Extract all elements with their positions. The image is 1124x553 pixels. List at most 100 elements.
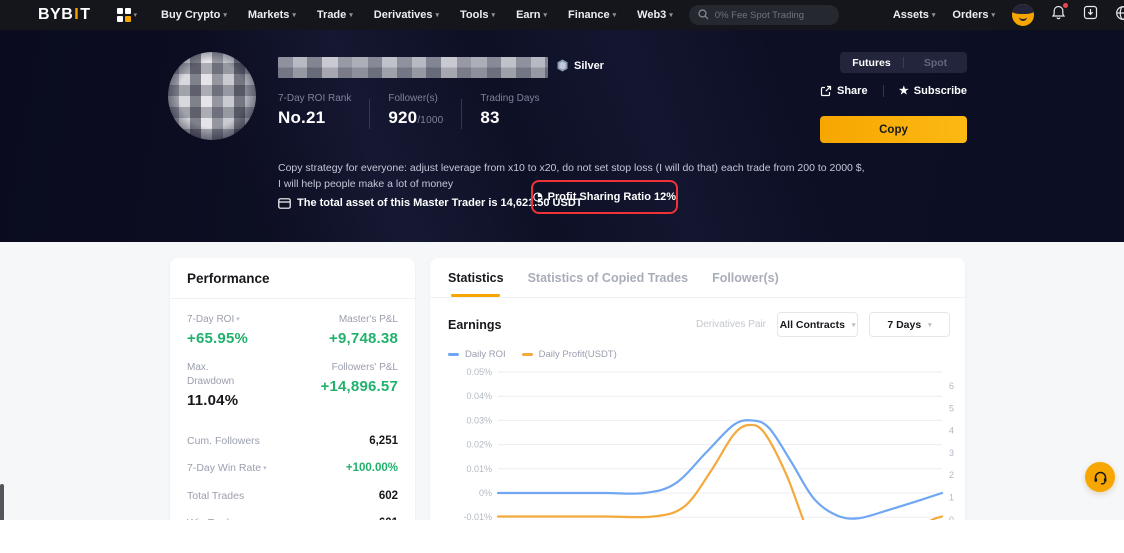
tab-futures[interactable]: Futures [840, 57, 903, 69]
chevron-down-icon: ▾ [134, 11, 138, 19]
nav-item-trade[interactable]: Trade▾ [317, 9, 353, 21]
nav-item-finance[interactable]: Finance▾ [568, 9, 616, 21]
language-button[interactable] [1115, 5, 1124, 26]
followers-capacity: /1000 [417, 115, 443, 126]
stat-masters-pnl: Master's P&L +9,748.38 [329, 313, 398, 347]
chevron-down-icon: ▾ [492, 11, 496, 19]
tier-badge-label: Silver [574, 60, 604, 72]
performance-grid-row-1: 7-Day ROI▾ +65.95% Master's P&L +9,748.3… [187, 313, 398, 347]
divider [461, 99, 462, 129]
download-app-button[interactable] [1083, 5, 1098, 25]
share-icon [820, 85, 832, 97]
profit-sharing-label: Profit Sharing Ratio 12% [548, 191, 676, 203]
market-mode-toggle: Futures Spot [840, 52, 967, 73]
headset-icon [1092, 469, 1109, 486]
svg-text:0.01%: 0.01% [466, 464, 492, 474]
search-icon [698, 9, 709, 20]
svg-text:0.05%: 0.05% [466, 367, 492, 377]
products-menu-button[interactable]: ▾ [91, 8, 138, 22]
share-subscribe-row: Share ★ Subscribe [820, 85, 967, 97]
earnings-chart[interactable]: 0.05%0.04%0.03%0.02%0.01%0%-0.01%6543210 [430, 362, 965, 520]
chevron-down-icon: ▾ [223, 11, 227, 19]
tier-badge: Silver [556, 59, 604, 72]
trader-stats: 7-Day ROI Rank No.21 Follower(s) 920/100… [278, 93, 539, 129]
legend-daily-profit: Daily Profit(USDT) [522, 349, 617, 360]
caret-down-icon: ▾ [852, 321, 856, 329]
search-bar[interactable] [689, 5, 839, 26]
pie-chart-icon [533, 191, 543, 203]
svg-text:1: 1 [949, 493, 954, 503]
svg-text:4: 4 [949, 426, 954, 436]
main-content: Performance 7-Day ROI▾ +65.95% Master's … [0, 242, 1124, 520]
scrollbar-fragment[interactable] [0, 484, 4, 520]
stat-roi-rank: 7-Day ROI Rank No.21 [278, 93, 351, 128]
user-avatar[interactable] [1012, 4, 1034, 26]
period-dropdown[interactable]: 7 Days▾ [869, 312, 950, 337]
trader-name-blurred [278, 57, 548, 78]
nav-item-orders[interactable]: Orders▾ [952, 9, 995, 21]
caret-down-icon: ▾ [928, 321, 932, 329]
row-cum-followers: Cum. Followers 6,251 [187, 427, 398, 455]
profit-line-swatch [522, 353, 533, 356]
trader-avatar-blurred [168, 52, 256, 140]
derivatives-pair-label: Derivatives Pair [696, 319, 766, 330]
statistics-card: Statistics Statistics of Copied Trades F… [430, 258, 965, 520]
notification-dot [1063, 3, 1068, 8]
customer-support-button[interactable] [1085, 462, 1115, 492]
nav-item-web3[interactable]: Web3▾ [637, 9, 673, 21]
search-input[interactable] [689, 5, 839, 25]
tab-spot[interactable]: Spot [904, 57, 967, 69]
earnings-title: Earnings [448, 318, 502, 332]
tab-statistics-of-copied-trades[interactable]: Statistics of Copied Trades [528, 271, 688, 297]
contracts-dropdown[interactable]: All Contracts▾ [777, 312, 858, 337]
bybit-logo[interactable]: BYBIT [38, 6, 91, 24]
stat-max-drawdown: Max. Drawdown 11.04% [187, 361, 257, 409]
row-win-trades: Win Trades 601 [187, 510, 398, 521]
divider [883, 85, 884, 97]
notifications-button[interactable] [1051, 5, 1066, 25]
copy-button[interactable]: Copy [820, 116, 967, 143]
svg-text:0.03%: 0.03% [466, 415, 492, 425]
svg-text:3: 3 [949, 448, 954, 458]
performance-rows: Cum. Followers 6,251 7-Day Win Rate▾ +10… [187, 427, 398, 520]
main-menu: Buy Crypto▾ Markets▾ Trade▾ Derivatives▾… [161, 9, 673, 21]
nav-item-buy-crypto[interactable]: Buy Crypto▾ [161, 9, 227, 21]
divider [170, 298, 415, 299]
logo-text: BYB [38, 6, 73, 24]
nav-item-tools[interactable]: Tools▾ [460, 9, 495, 21]
statistics-tabs: Statistics Statistics of Copied Trades F… [430, 258, 965, 297]
chevron-down-icon: ▾ [349, 11, 353, 19]
chart-filters: Derivatives Pair All Contracts▾ 7 Days▾ [696, 312, 950, 337]
chevron-down-icon: ▾ [436, 11, 440, 19]
wallet-icon [278, 198, 291, 209]
star-icon: ★ [899, 86, 909, 97]
logo-text-2: T [80, 6, 90, 24]
nav-item-assets[interactable]: Assets▾ [893, 9, 936, 21]
chevron-down-icon: ▾ [544, 11, 548, 19]
performance-grid-row-2: Max. Drawdown 11.04% Followers' P&L +14,… [187, 361, 398, 409]
svg-text:-0.01%: -0.01% [463, 512, 492, 520]
chart-legend: Daily ROI Daily Profit(USDT) [430, 337, 965, 360]
earnings-header: Earnings Derivatives Pair All Contracts▾… [430, 298, 965, 337]
globe-icon [1115, 5, 1124, 21]
earnings-line-chart: 0.05%0.04%0.03%0.02%0.01%0%-0.01%6543210 [430, 362, 965, 520]
nav-item-derivatives[interactable]: Derivatives▾ [374, 9, 439, 21]
performance-card: Performance 7-Day ROI▾ +65.95% Master's … [170, 258, 415, 520]
chevron-down-icon: ▾ [613, 11, 617, 19]
download-icon [1083, 5, 1098, 20]
nav-item-earn[interactable]: Earn▾ [516, 9, 547, 21]
tab-followers[interactable]: Follower(s) [712, 271, 779, 297]
svg-text:0%: 0% [479, 488, 492, 498]
svg-text:5: 5 [949, 403, 954, 413]
svg-text:2: 2 [949, 470, 954, 480]
nav-item-markets[interactable]: Markets▾ [248, 9, 296, 21]
svg-text:0.02%: 0.02% [466, 440, 492, 450]
svg-text:0: 0 [949, 515, 954, 520]
subscribe-button[interactable]: ★ Subscribe [899, 85, 967, 97]
caret-down-icon: ▾ [263, 464, 267, 472]
stat-followers: Follower(s) 920/1000 [388, 93, 443, 128]
chevron-down-icon: ▾ [991, 11, 995, 19]
share-button[interactable]: Share [820, 85, 868, 97]
chevron-down-icon: ▾ [932, 11, 936, 19]
tab-statistics[interactable]: Statistics [448, 271, 504, 297]
